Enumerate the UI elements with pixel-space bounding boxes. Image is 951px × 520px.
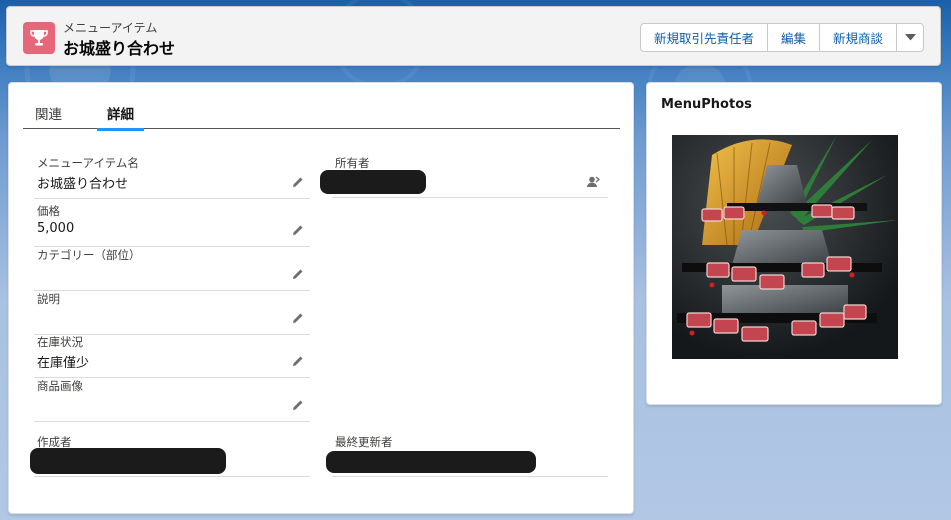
pencil-icon[interactable] [292, 268, 304, 280]
trophy-icon [23, 22, 55, 54]
more-actions-button[interactable] [896, 23, 924, 52]
field-label: 所有者 [335, 156, 370, 170]
pencil-icon[interactable] [292, 312, 304, 324]
redacted-owner [320, 170, 426, 194]
tab-bar: 関連 詳細 [23, 99, 620, 131]
field-created-by: 作成者 [30, 434, 310, 477]
change-owner-icon[interactable] [586, 175, 600, 189]
new-contact-button[interactable]: 新規取引先責任者 [639, 23, 768, 52]
field-category: カテゴリー（部位） [34, 247, 310, 291]
object-label: メニューアイテム [63, 21, 158, 35]
action-button-group: 新規取引先責任者 編集 新規商談 [639, 23, 924, 52]
field-value: 5,000 [37, 221, 75, 236]
edit-button[interactable]: 編集 [766, 23, 820, 52]
field-menu-item-name: メニューアイテム名 お城盛り合わせ [34, 155, 310, 199]
field-stock-status: 在庫状況 在庫僅少 [34, 334, 310, 378]
field-label: 説明 [37, 292, 60, 306]
field-description: 説明 [34, 291, 310, 335]
field-label: メニューアイテム名 [37, 156, 139, 170]
tab-related[interactable]: 関連 [35, 103, 62, 129]
pencil-icon[interactable] [292, 355, 304, 367]
pencil-icon[interactable] [292, 176, 304, 188]
tab-details[interactable]: 詳細 [97, 103, 144, 131]
field-last-modified-by: 最終更新者 [326, 434, 608, 477]
field-owner: 所有者 [320, 155, 608, 198]
field-label: 価格 [37, 204, 60, 218]
menu-photos-card: MenuPhotos [646, 82, 942, 405]
field-value: お城盛り合わせ [37, 177, 129, 192]
chevron-down-icon [904, 34, 916, 41]
redacted-created-by [30, 448, 226, 474]
field-product-image: 商品画像 [34, 378, 310, 422]
detail-card: 関連 詳細 メニューアイテム名 お城盛り合わせ 価格 5,000 カテゴリー（部… [8, 82, 634, 514]
field-label: 在庫状況 [37, 335, 83, 349]
card-title: MenuPhotos [661, 97, 752, 112]
record-header: メニューアイテム お城盛り合わせ 新規取引先責任者 編集 新規商談 [6, 6, 941, 66]
pencil-icon[interactable] [292, 224, 304, 236]
redacted-last-modified-by [326, 451, 536, 473]
record-title: お城盛り合わせ [63, 39, 176, 58]
menu-photo[interactable] [672, 135, 898, 359]
field-price: 価格 5,000 [34, 203, 310, 247]
pencil-icon[interactable] [292, 399, 304, 411]
new-opportunity-button[interactable]: 新規商談 [818, 23, 897, 52]
field-label: 商品画像 [37, 379, 83, 393]
field-label: カテゴリー（部位） [37, 248, 141, 262]
field-label: 最終更新者 [335, 435, 393, 449]
field-value: 在庫僅少 [37, 356, 90, 371]
